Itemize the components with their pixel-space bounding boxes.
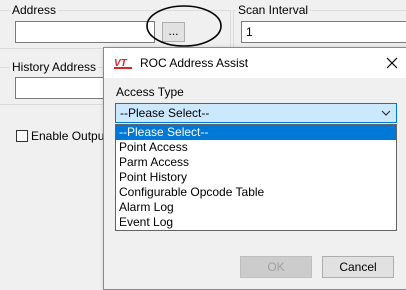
history-address-input[interactable] (15, 77, 110, 99)
scan-interval-input[interactable]: 1 (241, 21, 406, 43)
close-icon[interactable] (383, 54, 401, 72)
option-point-access[interactable]: Point Access (116, 140, 396, 155)
dialog-titlebar: VT ROC Address Assist (104, 48, 406, 78)
ok-button[interactable]: OK (240, 256, 312, 278)
access-type-selected-value: --Please Select-- (120, 106, 210, 120)
history-address-label: History Address (10, 60, 99, 74)
roc-address-assist-dialog: VT ROC Address Assist Access Type --Plea… (103, 47, 406, 290)
highlight-ellipse-annotation (146, 5, 222, 47)
access-type-label: Access Type (116, 85, 184, 99)
option-configurable-opcode-table[interactable]: Configurable Opcode Table (116, 185, 396, 200)
scan-interval-label: Scan Interval (236, 3, 311, 17)
address-input[interactable] (15, 21, 155, 43)
chevron-down-icon (381, 110, 391, 116)
option-event-log[interactable]: Event Log (116, 215, 396, 230)
address-label: Address (10, 3, 59, 17)
enable-output-label: Enable Output (31, 129, 108, 143)
access-type-dropdown-list: --Please Select-- Point Access Parm Acce… (115, 124, 397, 231)
enable-output-checkbox[interactable] (16, 130, 28, 142)
access-type-select[interactable]: --Please Select-- (115, 103, 397, 123)
option-parm-access[interactable]: Parm Access (116, 155, 396, 170)
vt-logo-icon: VT (114, 58, 132, 69)
dialog-title: ROC Address Assist (140, 56, 249, 70)
cancel-button[interactable]: Cancel (322, 256, 394, 278)
option-please-select[interactable]: --Please Select-- (116, 125, 396, 140)
option-point-history[interactable]: Point History (116, 170, 396, 185)
option-alarm-log[interactable]: Alarm Log (116, 200, 396, 215)
